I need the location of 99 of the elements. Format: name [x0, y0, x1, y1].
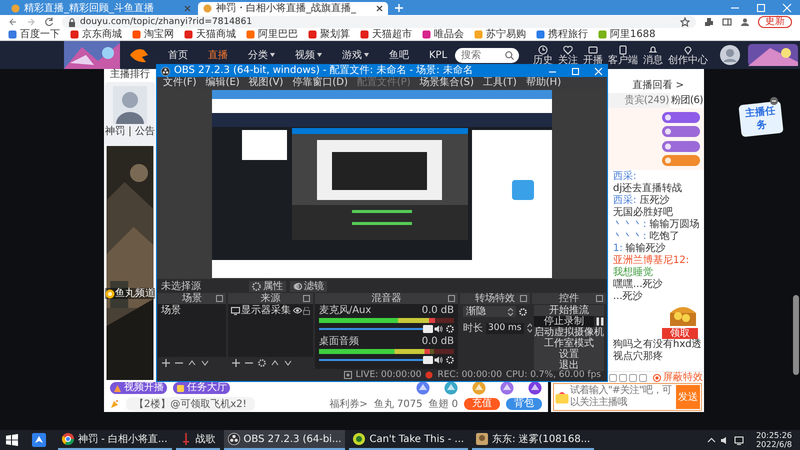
nav-link[interactable]: 游戏 — [342, 48, 369, 62]
no-source-label: 未选择源 — [161, 280, 202, 292]
chat-message: 输输万圆场 — [649, 219, 700, 231]
control-button[interactable]: 工作室模式 — [534, 338, 604, 349]
bookmark[interactable]: 淘宝网 — [132, 29, 174, 40]
bookmark[interactable]: 京东商城 — [70, 29, 122, 40]
taskbar-item[interactable]: Can't Take This - ... — [349, 430, 468, 450]
shortcut-button[interactable]: 任务大厅 — [173, 382, 230, 394]
fish-ball-count: 鱼丸 7075 — [374, 398, 422, 411]
nav-link[interactable]: 直播 — [208, 48, 228, 62]
browser-tab[interactable]: 神罚・白相小将直播_战旗直播_ — [198, 2, 388, 15]
bookmark[interactable]: 百度一下 — [8, 29, 60, 40]
bookmark[interactable]: 苏宁易购 — [474, 29, 526, 40]
welfare-link[interactable]: 福利券> — [329, 396, 368, 411]
rank-link[interactable]: 主播排行 — [110, 70, 150, 80]
bookmark[interactable]: 聚划算 — [308, 29, 350, 40]
shortcut-button[interactable]: 视频开播 — [110, 382, 167, 394]
chat-user[interactable]: 西采: — [613, 195, 636, 207]
chat-message: ...死沙 — [613, 291, 643, 303]
panel-title: 转场特效 — [475, 293, 515, 304]
bookmark[interactable]: 携程旅行 — [536, 29, 588, 40]
taskbar-item[interactable]: 东东: 迷雾(108168... — [472, 430, 594, 450]
search-input[interactable]: 搜索 — [461, 50, 506, 60]
bookmark[interactable]: 唯品会 — [422, 29, 464, 40]
menu-item[interactable]: 帮助(H) — [526, 77, 562, 89]
panel-title: 来源 — [260, 293, 280, 304]
nav-tool[interactable]: 创作中心 — [668, 44, 708, 66]
duration-field[interactable]: 300 ms — [486, 322, 524, 334]
streamer-name: 神罚 | 公告 — [105, 126, 155, 137]
control-button[interactable]: 停止录制 — [534, 316, 594, 327]
nav-link[interactable]: 鱼吧 — [389, 48, 409, 62]
panel-title: 控件 — [559, 293, 579, 304]
clock-date[interactable]: 2022/6/8 — [756, 440, 792, 449]
control-button[interactable]: 退出 — [534, 360, 604, 371]
chat-message: 嘿嘿...死沙 — [613, 279, 663, 290]
nav-tool[interactable]: 客户端 — [608, 44, 638, 66]
panel-title: 混音器 — [371, 293, 402, 304]
taskbar-item[interactable]: 神罚 - 白相小将直... — [58, 430, 172, 450]
search-field[interactable]: 搜索 — [455, 48, 520, 62]
claim-button[interactable]: 领取 — [662, 328, 698, 339]
chat-user[interactable]: 1: — [613, 243, 623, 255]
bookmark[interactable]: 天猫超市 — [360, 29, 412, 40]
nav-link[interactable]: 首页 — [168, 48, 188, 62]
menu-item[interactable]: 场景集合(S) — [420, 77, 474, 89]
chat-message: 吃饱了 — [649, 231, 680, 242]
duration-label: 时长 — [463, 322, 483, 335]
channel-name: 麦克风/Aux — [318, 306, 372, 316]
address-field[interactable]: douyu.com/topic/zhanyi?rid=7814861 — [62, 16, 696, 28]
menu-item[interactable]: 工具(T) — [482, 77, 517, 89]
channel-reading: 0.0 dB — [422, 337, 454, 347]
control-button[interactable]: 启动虚拟摄像机 — [534, 327, 604, 338]
toolbar-button[interactable]: 滤镜 — [290, 280, 327, 292]
taskbar-item[interactable]: OBS 27.2.3 (64-bi... — [224, 430, 346, 450]
nav-tool[interactable]: 消息 — [643, 44, 664, 66]
channel-label: 鱼丸频道 — [115, 288, 155, 299]
replay-link[interactable]: 直播回看 > — [632, 79, 684, 93]
channel-name: 桌面音频 — [318, 337, 359, 347]
chat-user[interactable]: 西采: — [613, 171, 636, 183]
chat-user[interactable]: 丶丶丶: — [613, 219, 646, 231]
nav-link[interactable]: 分类 — [248, 48, 275, 62]
notice-text: 【2楼】@可领取飞机x2! — [126, 396, 255, 411]
fish-fin-count: 鱼翅 0 — [428, 398, 458, 411]
transition-select[interactable]: 渐隐 — [463, 306, 516, 317]
menu-item[interactable]: 编辑(E) — [206, 77, 240, 89]
bookmark[interactable]: 阿里1688 — [598, 29, 656, 40]
live-timer: LIVE: 00:00:00 — [356, 370, 422, 380]
taskbar-item[interactable]: 战歌 — [176, 430, 220, 450]
window-title: OBS 27.2.3 (64-bit, windows) - 配置文件: 未命名 - 场景: 未命名 — [174, 65, 473, 76]
chat-message: 无国必胜好吧 — [613, 207, 673, 219]
nav-link[interactable]: KPL — [429, 48, 448, 62]
menu-item[interactable]: 文件(F) — [163, 77, 197, 89]
rec-timer: REC: 00:00:00 — [437, 370, 502, 380]
nav-tool[interactable]: 开播 — [583, 44, 604, 66]
browser-tab[interactable]: 精彩直播_精彩回顾_斗鱼直播 — [6, 2, 196, 15]
source-item[interactable]: 显示器采集 — [240, 305, 291, 316]
task-sticker[interactable]: 主播任务 — [738, 100, 784, 138]
control-button[interactable]: 设置 — [534, 349, 604, 360]
channel-reading: 0.0 dB — [422, 306, 454, 316]
bookmark[interactable]: 天猫商城 — [184, 29, 236, 40]
chat-user[interactable]: 亚洲兰博基尼12: — [613, 255, 690, 267]
bookmark[interactable]: 阿里巴巴 — [246, 29, 298, 40]
nav-link[interactable]: 视频 — [295, 48, 322, 62]
cpu-status: CPU: 0.7%, 60.00 fps — [506, 370, 601, 380]
menu-item[interactable]: 停靠窗口(D) — [292, 77, 348, 89]
chat-message: dj还去直播转战 — [613, 183, 682, 194]
chat-message: 压死沙 — [639, 195, 670, 206]
control-button[interactable]: 开始推流 — [534, 305, 604, 316]
chat-message: 狗吗之有没有hxd透视点穴那疼 — [613, 339, 702, 363]
clock-time[interactable]: 20:25:26 — [756, 431, 792, 440]
chat-message: 输输死沙 — [626, 243, 666, 254]
nav-tool[interactable]: 关注 — [558, 44, 578, 66]
toolbar-button[interactable]: 属性 — [249, 280, 286, 292]
chat-message: 我想睡觉 — [613, 267, 653, 278]
scene-item[interactable]: 场景 — [161, 305, 223, 316]
chat-tab[interactable]: 贵宾(249) — [624, 93, 670, 108]
chat-user[interactable]: 丶丶丶: — [613, 231, 646, 243]
panel-title: 场景 — [182, 293, 202, 304]
chat-tab[interactable]: 粉团(6) — [670, 93, 704, 108]
menu-item[interactable]: 视图(V) — [248, 77, 284, 89]
